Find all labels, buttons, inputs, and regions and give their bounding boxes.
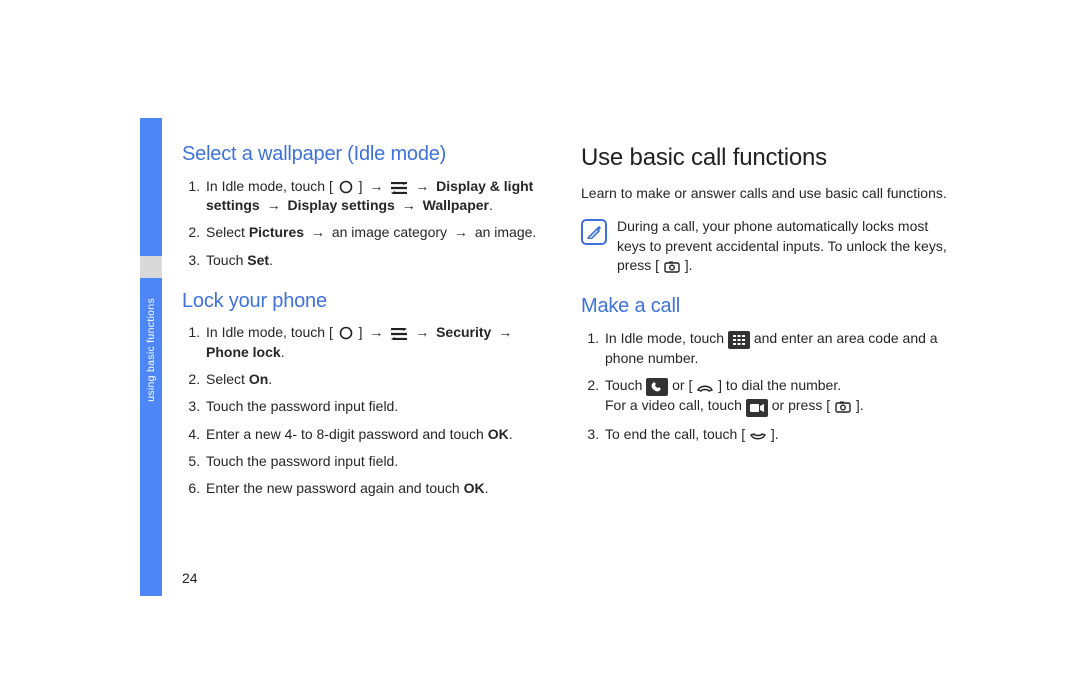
circle-key-icon: [337, 179, 355, 194]
sidebar-label: using basic functions: [144, 298, 158, 402]
sidebar-marker: [140, 256, 162, 278]
arrow-icon: →: [454, 223, 468, 242]
left-column: Select a wallpaper (Idle mode) In Idle m…: [182, 141, 551, 507]
list-item: Touch or [ ] to dial the number. For a v…: [603, 376, 950, 417]
list-item: In Idle mode, touch [ ] → → Security → P…: [204, 323, 551, 362]
arrow-icon: →: [267, 196, 281, 215]
menu-icon: [390, 180, 408, 195]
list-item: To end the call, touch [ ].: [603, 425, 950, 445]
wallpaper-steps: In Idle mode, touch [ ] → → Display & li…: [182, 177, 551, 270]
heading-lock: Lock your phone: [182, 288, 551, 316]
call-button-icon: [646, 378, 668, 396]
lock-steps: In Idle mode, touch [ ] → → Security → P…: [182, 323, 551, 498]
arrow-icon: →: [311, 223, 325, 242]
list-item: Select On.: [204, 370, 551, 389]
page-number: 24: [182, 569, 198, 588]
list-item: Touch the password input field.: [204, 452, 551, 471]
intro-text: Learn to make or answer calls and use ba…: [581, 184, 950, 203]
camera-key-icon: [834, 400, 852, 415]
note-icon: [581, 219, 607, 245]
menu-icon: [390, 327, 408, 342]
heading-make-call: Make a call: [581, 293, 950, 321]
manual-page: using basic functions Select a wallpaper…: [0, 0, 1080, 696]
heading-main: Use basic call functions: [581, 141, 950, 174]
arrow-icon: →: [402, 196, 416, 215]
content-columns: Select a wallpaper (Idle mode) In Idle m…: [182, 141, 950, 507]
heading-wallpaper: Select a wallpaper (Idle mode): [182, 141, 551, 169]
keypad-icon: [728, 331, 750, 349]
arrow-icon: →: [415, 177, 429, 196]
right-column: Use basic call functions Learn to make o…: [581, 141, 950, 507]
camera-key-icon: [663, 260, 681, 275]
sidebar-accent-top: [140, 118, 162, 256]
list-item: Touch Set.: [204, 251, 551, 270]
circle-key-icon: [337, 326, 355, 341]
arrow-icon: →: [369, 177, 383, 196]
note-text: During a call, your phone automatically …: [617, 217, 950, 275]
sidebar: using basic functions: [140, 118, 162, 596]
arrow-icon: →: [498, 323, 512, 342]
make-call-steps: In Idle mode, touch and enter an area co…: [581, 329, 950, 445]
call-key-icon: [696, 381, 714, 396]
list-item: Select Pictures → an image category → an…: [204, 223, 551, 242]
sidebar-accent-bottom: using basic functions: [140, 278, 162, 596]
list-item: Enter the new password again and touch O…: [204, 479, 551, 498]
arrow-icon: →: [369, 323, 383, 342]
list-item: Enter a new 4- to 8-digit password and t…: [204, 425, 551, 444]
video-call-icon: [746, 399, 768, 417]
list-item: In Idle mode, touch and enter an area co…: [603, 329, 950, 368]
arrow-icon: →: [415, 323, 429, 342]
end-key-icon: [749, 430, 767, 445]
list-item: Touch the password input field.: [204, 397, 551, 416]
note-block: During a call, your phone automatically …: [581, 217, 950, 275]
list-item: In Idle mode, touch [ ] → → Display & li…: [204, 177, 551, 216]
